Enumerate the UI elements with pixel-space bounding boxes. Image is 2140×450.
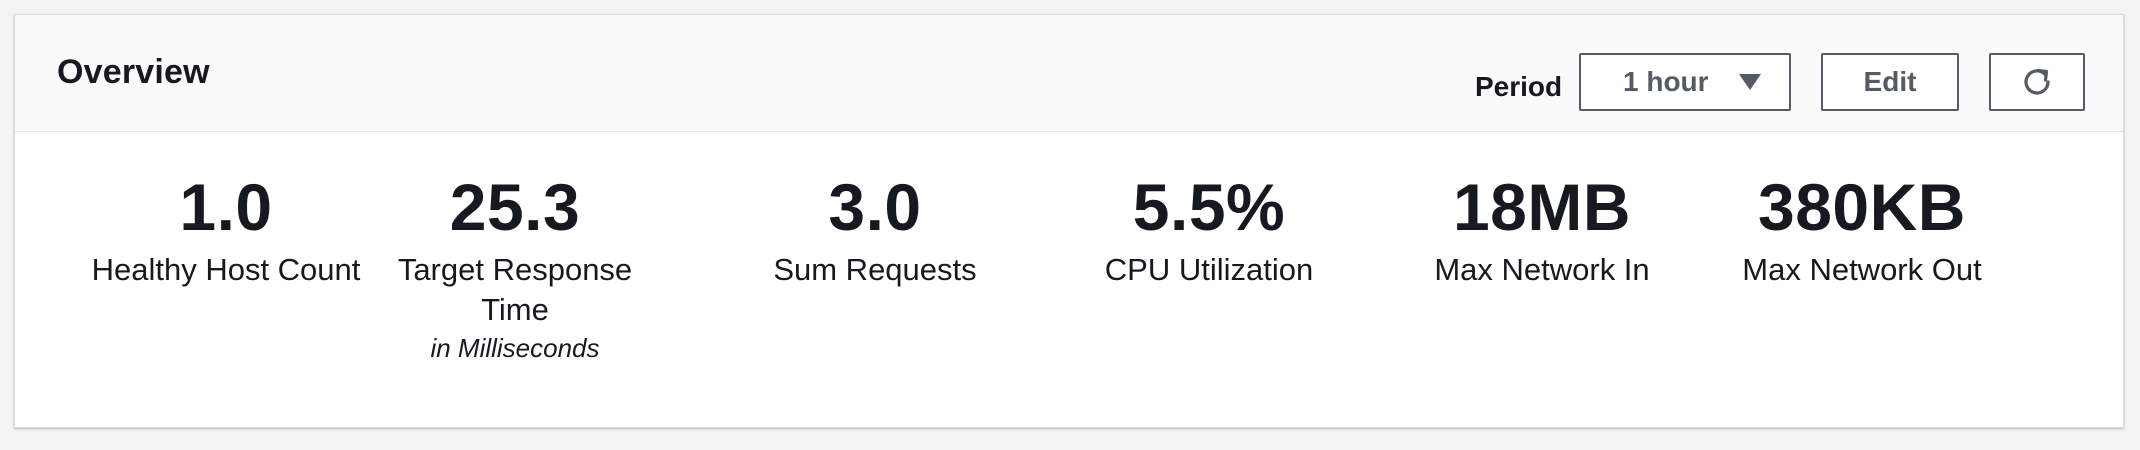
metric-value: 1.0 bbox=[179, 170, 273, 244]
refresh-icon bbox=[2024, 68, 2050, 95]
metric-max-network-in: 18MB Max Network In bbox=[1392, 172, 1692, 290]
period-label: Period bbox=[1475, 71, 1563, 102]
refresh-button[interactable] bbox=[1989, 53, 2085, 111]
panel-title: Overview bbox=[57, 53, 210, 91]
metric-label: Target Response Time bbox=[397, 252, 633, 327]
metric-sublabel: in Milliseconds bbox=[430, 333, 600, 363]
metric-value: 25.3 bbox=[449, 170, 581, 244]
metric-target-response-time: 25.3 Target Response Time in Millisecond… bbox=[390, 172, 640, 366]
metric-cpu-utilization: 5.5% CPU Utilization bbox=[1059, 172, 1359, 290]
metrics-row: 1.0 Healthy Host Count 25.3 Target Respo… bbox=[15, 132, 2123, 429]
metric-value: 5.5% bbox=[1132, 170, 1286, 244]
metric-max-network-out: 380KB Max Network Out bbox=[1712, 172, 2012, 290]
edit-button-label: Edit bbox=[1863, 66, 1917, 97]
metric-healthy-host-count: 1.0 Healthy Host Count bbox=[76, 172, 376, 290]
metric-value: 3.0 bbox=[828, 170, 922, 244]
panel-header: Overview Period 1 hour Edit bbox=[15, 15, 2123, 132]
period-dropdown[interactable]: 1 hour bbox=[1579, 53, 1791, 111]
caret-down-icon bbox=[1738, 74, 1761, 90]
metric-label: Max Network In bbox=[1434, 252, 1650, 287]
edit-button[interactable]: Edit bbox=[1821, 53, 1959, 111]
metric-sum-requests: 3.0 Sum Requests bbox=[725, 172, 1025, 290]
metric-value: 18MB bbox=[1452, 170, 1632, 244]
metric-value: 380KB bbox=[1758, 170, 1966, 244]
metric-label: Sum Requests bbox=[773, 252, 977, 287]
overview-panel: Overview Period 1 hour Edit 1.0 Healthy … bbox=[14, 14, 2124, 428]
metric-label: Max Network Out bbox=[1742, 252, 1982, 287]
metric-label: CPU Utilization bbox=[1104, 252, 1314, 287]
period-dropdown-value: 1 hour bbox=[1623, 66, 1709, 97]
metric-label: Healthy Host Count bbox=[91, 252, 361, 287]
